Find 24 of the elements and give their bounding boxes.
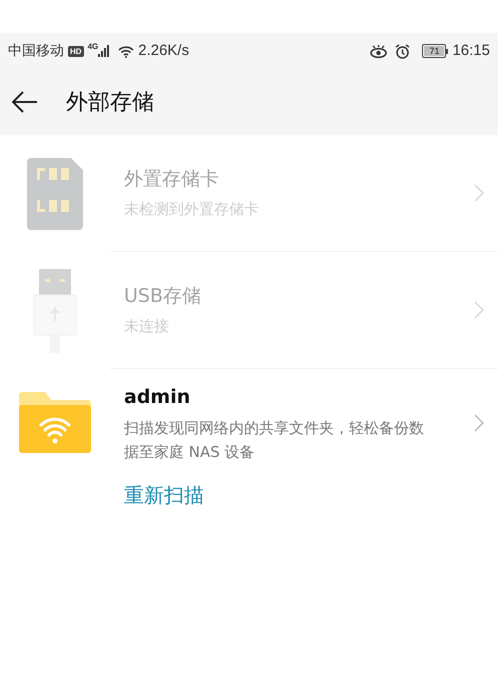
chevron-right-icon — [474, 414, 484, 432]
wifi-icon — [118, 44, 134, 58]
alarm-icon — [395, 44, 410, 58]
carrier-name: 中国移动 — [8, 42, 64, 60]
network-speed: 2.26K/s — [138, 40, 190, 61]
rescan-link[interactable]: 重新扫描 — [124, 480, 204, 510]
usb-plug-icon — [33, 268, 77, 352]
storage-item[interactable]: admin 扫描发现同网络内的共享文件夹，轻松备份数据至家庭 NAS 设备 — [0, 369, 498, 466]
signal-icon — [98, 45, 110, 57]
item-subtitle: 扫描发现同网络内的共享文件夹，轻松备份数据至家庭 NAS 设备 — [124, 418, 425, 462]
eye-icon — [370, 44, 388, 58]
back-arrow-icon — [12, 91, 38, 113]
item-title: USB存储 — [124, 284, 202, 309]
wifi-folder-icon — [19, 392, 91, 454]
item-title: admin — [124, 385, 192, 410]
hd-badge: HD — [68, 46, 84, 56]
chevron-right-icon — [474, 184, 484, 202]
chevron-right-icon — [474, 301, 484, 319]
page-title: 外部存储 — [66, 88, 154, 116]
network-type: 4G — [88, 41, 98, 53]
clock-time: 16:15 — [452, 40, 490, 61]
battery-icon: 71 — [422, 44, 448, 58]
sd-card-icon — [27, 158, 83, 230]
item-title: 外置存储卡 — [124, 166, 220, 192]
